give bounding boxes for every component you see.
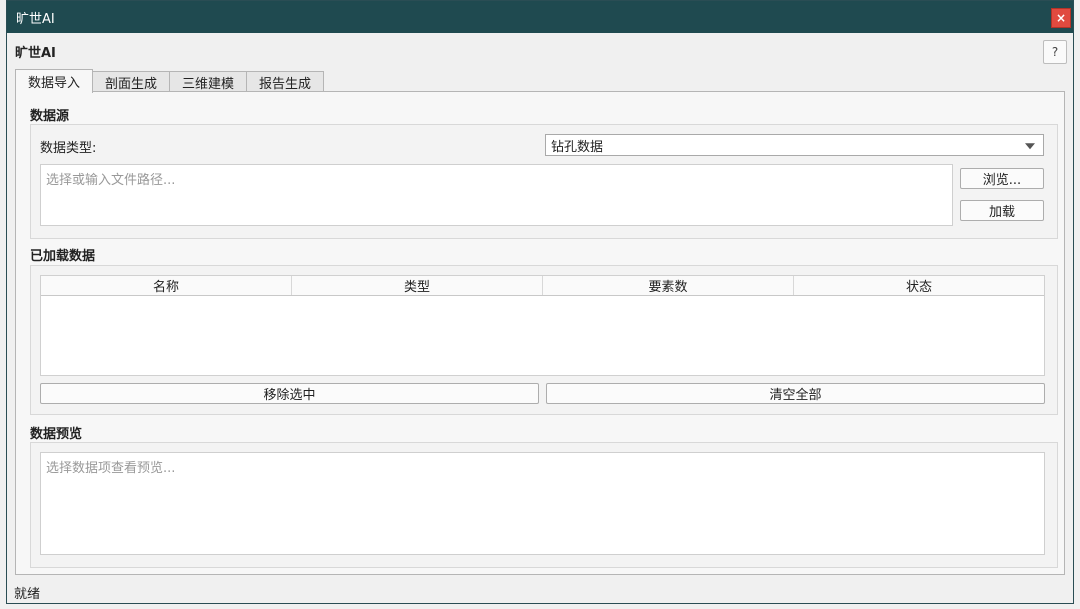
column-header-name[interactable]: 名称	[41, 276, 292, 295]
data-source-group: 数据类型: 钻孔数据 选择或输入文件路径... 浏览... 加载	[30, 124, 1058, 239]
app-heading: 旷世AI	[15, 46, 56, 61]
help-button[interactable]: ?	[1043, 40, 1067, 64]
browse-button[interactable]: 浏览...	[960, 168, 1044, 189]
data-type-select[interactable]: 钻孔数据	[545, 134, 1044, 156]
tab-3d-modeling[interactable]: 三维建模	[169, 71, 248, 92]
data-preview-placeholder: 选择数据项查看预览...	[46, 461, 176, 476]
column-header-type[interactable]: 类型	[292, 276, 543, 295]
clear-all-button[interactable]: 清空全部	[546, 383, 1045, 404]
remove-selected-button[interactable]: 移除选中	[40, 383, 539, 404]
data-type-label: 数据类型:	[40, 141, 97, 156]
table-header: 名称 类型 要素数 状态	[41, 276, 1044, 296]
window-titlebar[interactable]: 旷世AI ×	[7, 1, 1073, 33]
file-path-input[interactable]: 选择或输入文件路径...	[40, 164, 953, 226]
help-icon: ?	[1051, 45, 1059, 59]
status-bar: 就绪	[14, 587, 41, 602]
tab-bar: 数据导入 剖面生成 三维建模 报告生成	[15, 69, 325, 93]
chevron-down-icon	[1025, 143, 1035, 150]
loaded-data-group: 名称 类型 要素数 状态 移除选中 清空全部	[30, 265, 1058, 415]
loaded-data-table[interactable]: 名称 类型 要素数 状态	[40, 275, 1045, 376]
column-header-status[interactable]: 状态	[794, 276, 1044, 295]
load-button[interactable]: 加载	[960, 200, 1044, 221]
data-source-title: 数据源	[30, 109, 70, 124]
file-path-placeholder: 选择或输入文件路径...	[46, 173, 176, 188]
data-import-panel: 数据源 数据类型: 钻孔数据 选择或输入文件路径... 浏览... 加载 已加载…	[15, 91, 1065, 575]
data-preview-area[interactable]: 选择数据项查看预览...	[40, 452, 1045, 555]
window-title: 旷世AI	[16, 11, 55, 27]
close-icon: ×	[1055, 11, 1067, 25]
tab-data-import[interactable]: 数据导入	[15, 69, 94, 93]
data-preview-group: 选择数据项查看预览...	[30, 442, 1058, 568]
data-type-value: 钻孔数据	[551, 139, 604, 155]
close-button[interactable]: ×	[1051, 8, 1071, 28]
data-preview-title: 数据预览	[30, 427, 83, 442]
main-window: 旷世AI × 旷世AI ? 数据导入 剖面生成 三维建模 报告生成 数据源 数据…	[6, 0, 1074, 604]
tab-report-generation[interactable]: 报告生成	[246, 71, 325, 92]
loaded-data-title: 已加载数据	[30, 249, 96, 264]
tab-section-generation[interactable]: 剖面生成	[92, 71, 171, 92]
column-header-feature-count[interactable]: 要素数	[543, 276, 794, 295]
